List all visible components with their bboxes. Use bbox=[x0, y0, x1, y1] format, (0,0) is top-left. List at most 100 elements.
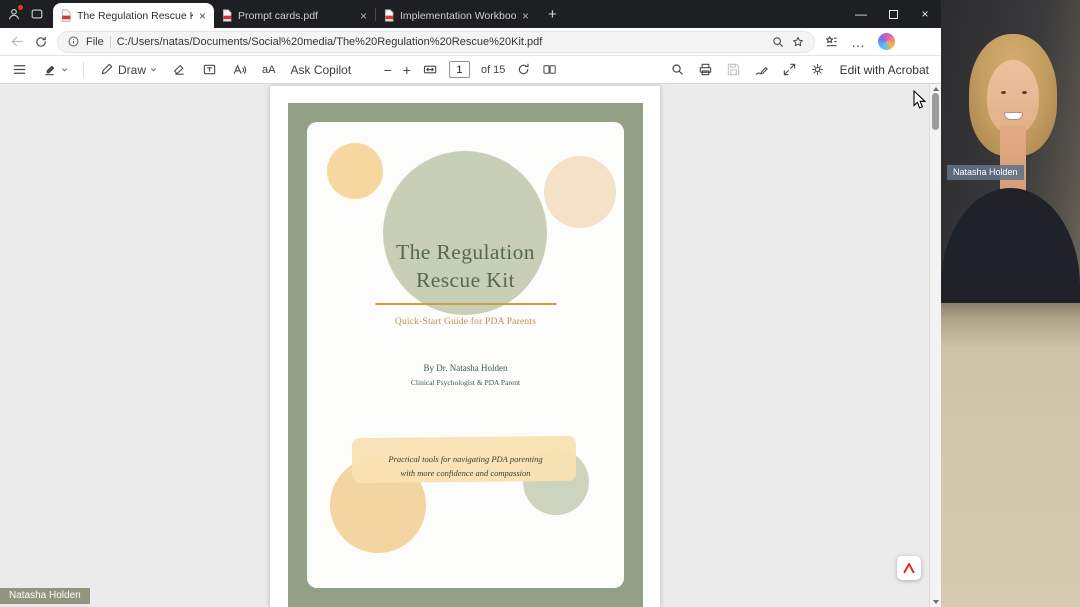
ask-copilot-button[interactable]: Ask Copilot bbox=[290, 63, 351, 77]
window-controls: — × bbox=[845, 0, 941, 28]
draw-label: Draw bbox=[118, 62, 147, 77]
favorite-star-icon[interactable] bbox=[791, 35, 805, 49]
tab-title: The Regulation Rescue Kit.pdf bbox=[77, 9, 193, 22]
file-badge: File bbox=[86, 35, 104, 48]
zoom-in-button[interactable]: + bbox=[403, 62, 411, 78]
webcam-background bbox=[941, 303, 1080, 607]
toolbar-divider bbox=[83, 62, 84, 77]
minimize-button[interactable]: — bbox=[845, 0, 877, 28]
text-box-icon bbox=[203, 64, 216, 75]
presenter-eye bbox=[1001, 91, 1006, 94]
search-icon[interactable] bbox=[771, 35, 785, 49]
scroll-down-arrow[interactable] bbox=[933, 600, 939, 604]
back-button[interactable] bbox=[10, 34, 25, 49]
fit-to-width-button[interactable] bbox=[422, 62, 438, 77]
scroll-up-arrow[interactable] bbox=[933, 87, 939, 91]
zoom-out-button[interactable]: − bbox=[384, 62, 392, 78]
chevron-down-icon bbox=[61, 68, 68, 72]
tab-implementation-workbook[interactable]: Implementation Workbook.pdf × bbox=[376, 3, 537, 28]
decor-circle-peach-right bbox=[544, 156, 616, 228]
chevron-down-icon bbox=[150, 68, 157, 72]
highlighter-icon bbox=[45, 65, 55, 76]
webcam-video: Natasha Holden bbox=[941, 0, 1080, 303]
rotate-button[interactable] bbox=[516, 62, 531, 77]
more-menu-button[interactable]: … bbox=[848, 35, 869, 49]
profile-icon[interactable] bbox=[7, 5, 23, 21]
two-page-icon bbox=[543, 65, 557, 74]
add-text-button[interactable] bbox=[202, 62, 217, 77]
presenter-neck bbox=[1000, 125, 1026, 195]
presenter-eye bbox=[1022, 91, 1027, 94]
close-button[interactable]: × bbox=[909, 0, 941, 28]
vertical-scrollbar[interactable] bbox=[929, 84, 941, 607]
signature-button[interactable] bbox=[754, 62, 769, 77]
settings-button[interactable] bbox=[810, 62, 825, 77]
tab-prompt-cards[interactable]: Prompt cards.pdf × bbox=[214, 3, 375, 28]
draw-button[interactable]: Draw bbox=[99, 62, 157, 77]
favorites-bar-icon[interactable] bbox=[824, 34, 839, 49]
signature-pen-icon bbox=[755, 67, 768, 75]
tab-close-icon[interactable]: × bbox=[359, 10, 368, 22]
search-document-button[interactable] bbox=[670, 62, 685, 77]
edit-with-acrobat-button[interactable]: Edit with Acrobat bbox=[840, 63, 929, 77]
tab-close-icon[interactable]: × bbox=[521, 10, 530, 22]
presenter-body bbox=[941, 188, 1080, 303]
read-aloud-button[interactable] bbox=[232, 62, 247, 77]
notification-dot bbox=[18, 5, 23, 10]
save-icon bbox=[727, 63, 739, 76]
browser-window: The Regulation Rescue Kit.pdf × Prompt c… bbox=[0, 0, 941, 607]
author-line: By Dr. Natasha Holden bbox=[423, 363, 508, 373]
cover-card: The Regulation Rescue Kit Quick-Start Gu… bbox=[307, 122, 624, 588]
address-bar[interactable]: File C:/Users/natas/Documents/Social%20m… bbox=[57, 30, 815, 53]
page-view-button[interactable] bbox=[542, 62, 557, 77]
gear-icon bbox=[811, 63, 823, 76]
save-button[interactable] bbox=[726, 62, 741, 77]
decor-circle-peach-top bbox=[327, 143, 383, 199]
table-of-contents-button[interactable] bbox=[12, 62, 27, 77]
expand-icon bbox=[783, 63, 795, 76]
author-role: Clinical Psychologist & PDA Parent bbox=[410, 378, 521, 387]
maximize-button[interactable] bbox=[877, 0, 909, 28]
browser-titlebar: The Regulation Rescue Kit.pdf × Prompt c… bbox=[0, 0, 941, 28]
mouse-cursor bbox=[913, 90, 927, 109]
address-divider bbox=[109, 35, 111, 48]
video-name-label: Natasha Holden bbox=[947, 165, 1024, 180]
scrollbar-thumb[interactable] bbox=[932, 93, 939, 130]
presenter-name-badge: Natasha Holden bbox=[0, 588, 90, 604]
printer-icon bbox=[699, 63, 711, 76]
document-subtitle: Quick-Start Guide for PDA Parents bbox=[394, 317, 537, 327]
translate-button[interactable]: aA bbox=[262, 64, 275, 76]
cover-background: The Regulation Rescue Kit Quick-Start Gu… bbox=[288, 103, 643, 607]
screen-root: The Regulation Rescue Kit.pdf × Prompt c… bbox=[0, 0, 1080, 607]
tab-close-icon[interactable]: × bbox=[198, 10, 207, 22]
refresh-button[interactable] bbox=[34, 35, 48, 49]
page-controls: − + of 15 bbox=[384, 61, 558, 78]
page-count-label: of 15 bbox=[480, 63, 506, 76]
pdf-favicon-icon bbox=[60, 9, 72, 22]
browser-navbar: File C:/Users/natas/Documents/Social%20m… bbox=[0, 28, 941, 56]
pdf-page: The Regulation Rescue Kit Quick-Start Gu… bbox=[270, 86, 660, 607]
tab-regulation-rescue-kit[interactable]: The Regulation Rescue Kit.pdf × bbox=[53, 3, 214, 28]
open-in-acrobat-button[interactable] bbox=[897, 556, 921, 580]
page-number-input[interactable] bbox=[448, 61, 470, 78]
pen-icon bbox=[101, 63, 113, 75]
presenter-mouth bbox=[1004, 112, 1023, 120]
maximize-icon bbox=[888, 9, 898, 19]
tab-title: Prompt cards.pdf bbox=[238, 9, 318, 22]
tab-search-icon[interactable] bbox=[30, 7, 44, 21]
document-title: The Regulation Rescue Kit bbox=[396, 240, 535, 292]
erase-button[interactable] bbox=[172, 62, 187, 77]
print-button[interactable] bbox=[698, 62, 713, 77]
fit-width-icon bbox=[423, 65, 437, 74]
pdf-favicon-icon bbox=[221, 9, 233, 22]
url-text: C:/Users/natas/Documents/Social%20media/… bbox=[116, 35, 543, 48]
rotate-icon bbox=[519, 63, 529, 75]
copilot-button[interactable] bbox=[878, 33, 895, 50]
fullscreen-button[interactable] bbox=[782, 62, 797, 77]
pdf-viewport[interactable]: The Regulation Rescue Kit Quick-Start Gu… bbox=[0, 84, 941, 607]
info-icon[interactable] bbox=[67, 35, 80, 48]
new-tab-button[interactable]: + bbox=[537, 6, 568, 23]
pdf-toolbar: Draw aA Ask Copilot − + 1 of 15 Edit wit… bbox=[0, 56, 941, 84]
highlight-button[interactable] bbox=[42, 62, 68, 77]
search-icon bbox=[672, 64, 683, 75]
